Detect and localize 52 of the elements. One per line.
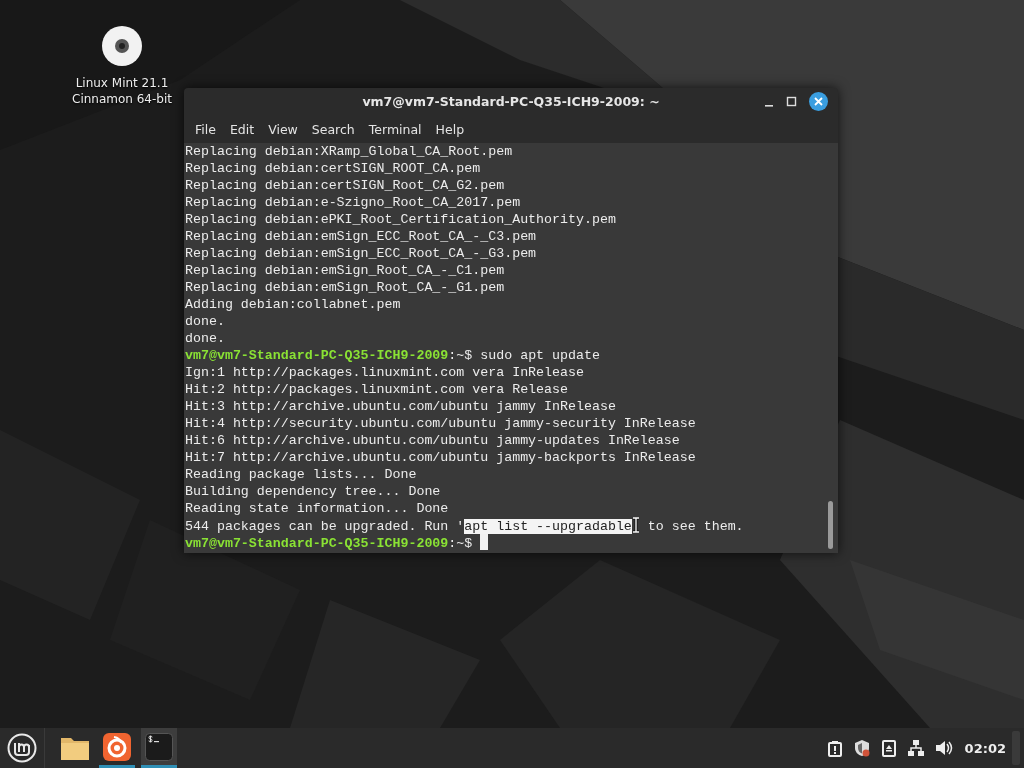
menu-item[interactable]: Search [304,118,362,140]
menu-item[interactable]: Help [428,118,472,140]
terminal-line: Hit:3 http://archive.ubuntu.com/ubuntu jammy InRelease [185,399,616,414]
menu-item[interactable]: File [188,118,223,140]
clock[interactable]: 02:02 [964,740,1006,756]
prompt-symbol: :~$ [448,536,473,551]
terminal-text: 544 packages can be upgraded. Run ' [185,519,465,534]
desktop-icon-label[interactable]: Cinnamon 64-bit [72,91,172,107]
maximize-icon[interactable] [786,96,797,107]
terminal-line: Replacing debian:certSIGN_ROOT_CA.pem [185,161,481,176]
mint-menu-icon[interactable] [7,733,37,763]
terminal-line: Replacing debian:certSIGN_Root_CA_G2.pem [185,178,505,193]
menu-item[interactable]: Terminal [361,118,429,140]
command-text: sudo apt update [479,348,600,363]
disc-icon[interactable] [102,26,142,66]
prompt-host: vm7@vm7-Standard-PC-Q35-ICH9-2009 [185,348,449,363]
terminal-line: done. [185,314,225,329]
terminal-line: Replacing debian:XRamp_Global_CA_Root.pem [185,144,513,159]
terminal-line: Reading package lists... Done [185,467,417,482]
selected-text: apt list --upgradable [464,519,632,534]
clipboard-alert-icon[interactable] [826,739,843,757]
terminal-line: Reading state information... Done [185,501,449,516]
menu-item[interactable]: Edit [222,118,262,140]
terminal-text: to see them. [646,519,744,534]
terminal-line: Ign:1 http://packages.linuxmint.com vera InRelease [185,365,584,380]
terminal-line: Hit:6 http://archive.ubuntu.com/ubuntu jammy-updates InRelease [185,433,680,448]
terminal-icon [145,732,173,761]
window-title: vm7@vm7-Standard-PC-Q35-ICH9-2009: ~ [362,94,660,109]
network-icon[interactable] [906,739,925,757]
terminal-line: Replacing debian:emSign_ECC_Root_CA_-_G3.pem [185,246,537,261]
eject-icon[interactable] [880,739,897,757]
desktop-icon-label[interactable]: Linux Mint 21.1 [75,75,169,91]
ibeam-cursor-icon [631,517,640,533]
terminal-line: Hit:7 http://archive.ubuntu.com/ubuntu jammy-backports InRelease [185,450,696,465]
terminal-line: Replacing debian:emSign_ECC_Root_CA_-_C3.pem [185,229,537,244]
terminal-line: Building dependency tree... Done [185,484,441,499]
terminal-line: Hit:4 http://security.ubuntu.com/ubuntu jammy-security InRelease [185,416,696,431]
terminal-line: Replacing debian:e-Szigno_Root_CA_2017.pem [185,195,521,210]
prompt-symbol: :~$ [448,348,473,363]
volume-icon[interactable] [934,739,953,757]
prompt-host: vm7@vm7-Standard-PC-Q35-ICH9-2009 [185,536,449,551]
scrollbar-thumb[interactable] [828,501,833,549]
terminal-line: Adding debian:collabnet.pem [185,297,401,312]
shield-icon[interactable] [852,739,871,757]
menu-item[interactable]: View [261,118,305,140]
terminal-line: Replacing debian:emSign_Root_CA_-_C1.pem [185,263,505,278]
close-icon[interactable] [809,92,828,111]
terminal-line: done. [185,331,225,346]
terminal-line: Replacing debian:ePKI_Root_Certification_Authority.pem [185,212,616,227]
browser-icon [103,732,131,761]
terminal-line: Replacing debian:emSign_Root_CA_-_G1.pem [185,280,505,295]
terminal-line: Hit:2 http://packages.linuxmint.com vera Release [185,382,568,397]
